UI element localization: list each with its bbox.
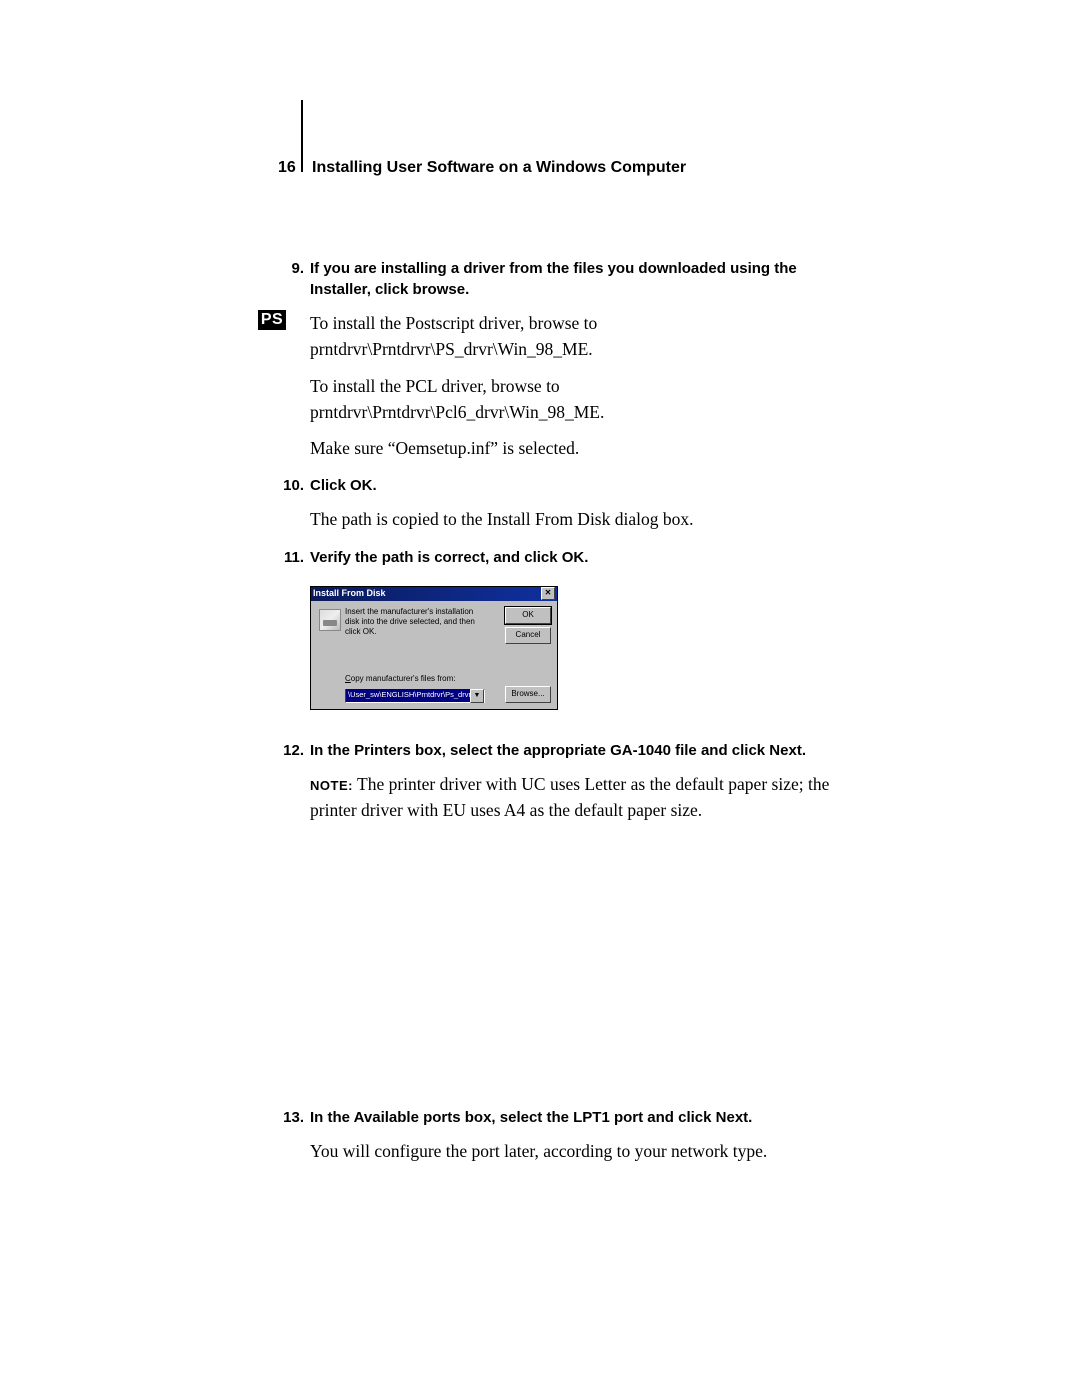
dropdown-arrow-icon[interactable]: ▼ [470,689,484,703]
dialog-title: Install From Disk [313,587,386,600]
step-number: 12. [274,740,304,762]
step-note: NOTE: The printer driver with UC uses Le… [310,771,850,824]
step-body: To install the Postscript driver, browse… [310,310,850,363]
dialog-body: Insert the manufacturer's installation d… [311,601,557,709]
page-number: 16 [278,156,296,179]
disk-icon [319,609,341,631]
vertical-gap [310,837,850,1107]
document-page: { "header": { "page_number": "16", "titl… [0,0,1080,1397]
step-12: 12. In the Printers box, select the appr… [310,740,850,824]
close-button[interactable]: ✕ [541,587,555,600]
step-body: To install the PCL driver, browse to prn… [310,373,850,426]
cancel-button[interactable]: Cancel [505,627,551,644]
step-13: 13. In the Available ports box, select t… [310,1107,850,1164]
step-instruction: In the Printers box, select the appropri… [310,740,850,761]
step-instruction: Verify the path is correct, and click OK… [310,547,850,568]
dialog-titlebar: Install From Disk ✕ [311,587,557,601]
step-body: The path is copied to the Install From D… [310,506,850,532]
ok-button[interactable]: OK [505,607,551,624]
step-instruction: If you are installing a driver from the … [310,258,850,300]
step-9: 9. If you are installing a driver from t… [310,258,850,461]
note-label: NOTE: [310,778,353,793]
dialog-message: Insert the manufacturer's installation d… [345,607,485,637]
copy-from-label: Copy manufacturer's files from: [345,673,455,685]
step-body: Make sure “Oemsetup.inf” is selected. [310,435,850,461]
step-11: 11. Verify the path is correct, and clic… [310,547,850,710]
step-instruction: Click OK. [310,475,850,496]
step-10: 10. Click OK. The path is copied to the … [310,475,850,532]
path-value: \User_sw\ENGLISH\Prntdrvr\Ps_drvr\Win_98… [346,689,470,702]
ps-badge-icon: PS [258,310,286,330]
step-number: 13. [274,1107,304,1129]
path-combobox[interactable]: \User_sw\ENGLISH\Prntdrvr\Ps_drvr\Win_98… [345,689,485,703]
content-area: 9. If you are installing a driver from t… [310,258,850,1178]
page-title: Installing User Software on a Windows Co… [312,156,686,179]
browse-button[interactable]: Browse... [505,686,551,703]
step-number: 11. [274,547,304,569]
note-body: The printer driver with UC uses Letter a… [310,774,829,820]
header-divider [301,100,303,172]
step-number: 9. [274,258,304,280]
step-number: 10. [274,475,304,497]
step-instruction: In the Available ports box, select the L… [310,1107,850,1128]
install-from-disk-dialog: Install From Disk ✕ Insert the manufactu… [310,586,558,710]
step-body: You will configure the port later, accor… [310,1138,850,1164]
